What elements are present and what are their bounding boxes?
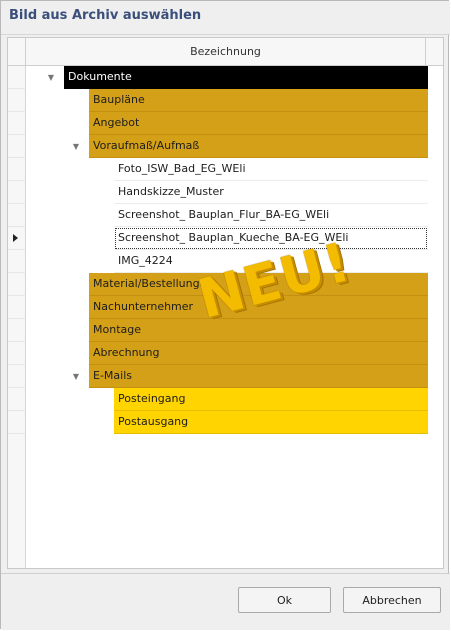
tree-node-label[interactable]: Handskizze_Muster bbox=[114, 181, 428, 204]
empty-row-indicator bbox=[8, 480, 26, 503]
column-header-bezeichnung[interactable]: Bezeichnung bbox=[26, 38, 426, 65]
row-indicator[interactable] bbox=[8, 204, 26, 227]
tree-node-label[interactable]: Abrechnung bbox=[89, 342, 428, 365]
archive-select-dialog: Bild aus Archiv auswählen Bezeichnung ▼ D… bbox=[0, 0, 450, 630]
current-row-arrow-icon bbox=[13, 234, 18, 242]
empty-row-indicator bbox=[8, 434, 26, 457]
row-indicator[interactable] bbox=[8, 296, 26, 319]
dialog-title: Bild aus Archiv auswählen bbox=[9, 8, 202, 23]
expand-toggle-icon[interactable]: ▼ bbox=[71, 372, 81, 382]
tree-row[interactable]: Angebot bbox=[8, 112, 428, 135]
tree-row[interactable]: ▼ Dokumente bbox=[8, 66, 428, 89]
tree-row[interactable]: Screenshot_ Bauplan_Flur_BA-EG_WEli bbox=[8, 204, 428, 227]
row-indicator[interactable] bbox=[8, 273, 26, 296]
row-indicator[interactable] bbox=[8, 319, 26, 342]
tree-node-label[interactable]: Angebot bbox=[89, 112, 428, 135]
tree-node-label[interactable]: Montage bbox=[89, 319, 428, 342]
column-header-label: Bezeichnung bbox=[190, 45, 261, 58]
tree-row[interactable]: Handskizze_Muster bbox=[8, 181, 428, 204]
empty-row-indicator bbox=[8, 526, 26, 549]
grid-header: Bezeichnung bbox=[8, 38, 443, 66]
tree-row[interactable]: Abrechnung bbox=[8, 342, 428, 365]
empty-row-indicator bbox=[8, 549, 26, 568]
tree-row[interactable]: Foto_ISW_Bad_EG_WEli bbox=[8, 158, 428, 181]
row-indicator[interactable] bbox=[8, 250, 26, 273]
row-indicator[interactable] bbox=[8, 388, 26, 411]
title-bar: Bild aus Archiv auswählen bbox=[1, 1, 450, 35]
row-indicator[interactable] bbox=[8, 181, 26, 204]
tree-node-label[interactable]: Postausgang bbox=[114, 411, 428, 434]
row-indicator[interactable] bbox=[8, 112, 26, 135]
expand-toggle-icon[interactable]: ▼ bbox=[46, 73, 56, 83]
empty-row-indicator bbox=[8, 503, 26, 526]
tree-node-label[interactable]: Foto_ISW_Bad_EG_WEli bbox=[114, 158, 428, 181]
row-indicator[interactable] bbox=[8, 365, 26, 388]
row-indicator[interactable] bbox=[8, 158, 26, 181]
tree-row[interactable]: Screenshot_ Bauplan_Kueche_BA-EG_WEli bbox=[8, 227, 428, 250]
tree-row[interactable]: Posteingang bbox=[8, 388, 428, 411]
cancel-button[interactable]: Abbrechen bbox=[343, 587, 441, 613]
tree-node-label[interactable]: Screenshot_ Bauplan_Flur_BA-EG_WEli bbox=[114, 204, 428, 227]
tree-row[interactable]: Postausgang bbox=[8, 411, 428, 434]
row-indicator[interactable] bbox=[8, 411, 26, 434]
row-indicator[interactable] bbox=[8, 135, 26, 158]
empty-row-indicator bbox=[8, 457, 26, 480]
tree-node-label[interactable]: Dokumente bbox=[64, 66, 428, 89]
row-indicator[interactable] bbox=[8, 227, 26, 250]
row-indicator[interactable] bbox=[8, 89, 26, 112]
tree-node-label[interactable]: E-Mails bbox=[89, 365, 428, 388]
tree-node-label[interactable]: Baupläne bbox=[89, 89, 428, 112]
tree-node-label[interactable]: Posteingang bbox=[114, 388, 428, 411]
button-bar: Ok Abbrechen bbox=[1, 573, 450, 630]
tree-row[interactable]: ▼ Voraufmaß/Aufmaß bbox=[8, 135, 428, 158]
row-indicator[interactable] bbox=[8, 66, 26, 89]
header-row-indicator bbox=[8, 38, 26, 65]
expand-toggle-icon[interactable]: ▼ bbox=[71, 142, 81, 152]
tree-node-label[interactable]: Screenshot_ Bauplan_Kueche_BA-EG_WEli bbox=[114, 227, 428, 250]
tree-node-label[interactable]: Voraufmaß/Aufmaß bbox=[89, 135, 428, 158]
ok-button[interactable]: Ok bbox=[238, 587, 331, 613]
row-indicator[interactable] bbox=[8, 342, 26, 365]
tree-row[interactable]: ▼ E-Mails bbox=[8, 365, 428, 388]
tree-row[interactable]: Baupläne bbox=[8, 89, 428, 112]
